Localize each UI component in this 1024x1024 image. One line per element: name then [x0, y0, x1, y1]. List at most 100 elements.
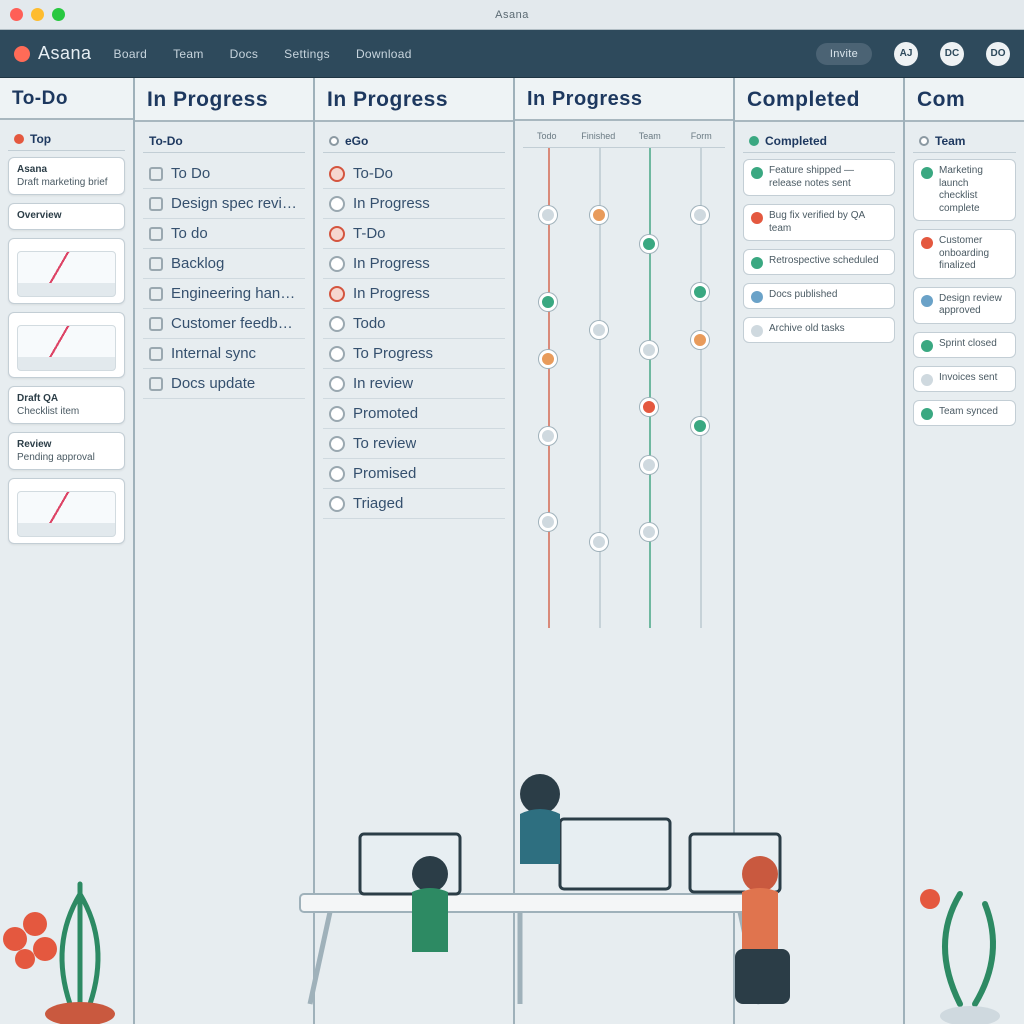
task-row[interactable]: Promised — [323, 459, 505, 489]
timeline-node[interactable] — [539, 513, 557, 531]
timeline-node[interactable] — [640, 398, 658, 416]
section-label[interactable]: Top — [8, 128, 125, 151]
task-row[interactable]: Design spec review — [143, 189, 305, 219]
timeline-node[interactable] — [640, 456, 658, 474]
task-card[interactable]: Team synced — [913, 400, 1016, 426]
task-card[interactable]: Bug fix verified by QA team — [743, 204, 895, 241]
task-row[interactable]: Todo — [323, 309, 505, 339]
avatar[interactable]: AJ — [894, 42, 918, 66]
status-chip-icon[interactable] — [329, 256, 345, 272]
task-row[interactable]: In Progress — [323, 249, 505, 279]
checkbox-icon[interactable] — [149, 227, 163, 241]
checkbox-icon[interactable] — [149, 317, 163, 331]
task-row[interactable]: To Do — [143, 159, 305, 189]
task-row[interactable]: Docs update — [143, 369, 305, 399]
task-card[interactable]: Retrospective scheduled — [743, 249, 895, 275]
status-chip-icon[interactable] — [329, 496, 345, 512]
column-header[interactable]: To-Do — [0, 78, 133, 120]
nav-item-settings[interactable]: Settings — [284, 47, 330, 61]
task-row[interactable]: In Progress — [323, 279, 505, 309]
column-header[interactable]: Com — [905, 78, 1024, 122]
status-chip-icon[interactable] — [329, 346, 345, 362]
timeline-node[interactable] — [539, 427, 557, 445]
task-row[interactable]: In review — [323, 369, 505, 399]
task-card[interactable]: Customer onboarding finalized — [913, 229, 1016, 279]
status-chip-icon[interactable] — [329, 286, 345, 302]
status-chip-icon[interactable] — [329, 166, 345, 182]
task-row[interactable]: To Progress — [323, 339, 505, 369]
section-label[interactable]: Completed — [743, 130, 895, 153]
task-card[interactable]: Feature shipped — release notes sent — [743, 159, 895, 196]
nav-item-docs[interactable]: Docs — [230, 47, 259, 61]
brand[interactable]: Asana — [14, 43, 92, 64]
timeline-node[interactable] — [539, 206, 557, 224]
task-card[interactable]: Marketing launch checklist complete — [913, 159, 1016, 221]
task-card[interactable]: Review Pending approval — [8, 432, 125, 470]
task-card[interactable]: Design review approved — [913, 287, 1016, 324]
timeline-node[interactable] — [590, 321, 608, 339]
task-card[interactable]: Docs published — [743, 283, 895, 309]
nav-item-team[interactable]: Team — [173, 47, 204, 61]
task-row[interactable]: T-Do — [323, 219, 505, 249]
section-label[interactable]: eGo — [323, 130, 505, 153]
timeline-node[interactable] — [640, 235, 658, 253]
timeline-node[interactable] — [539, 293, 557, 311]
task-card[interactable] — [8, 312, 125, 378]
column-header[interactable]: In Progress — [135, 78, 313, 122]
task-row[interactable]: To review — [323, 429, 505, 459]
timeline-node[interactable] — [590, 206, 608, 224]
checkbox-icon[interactable] — [149, 377, 163, 391]
timeline-node[interactable] — [640, 341, 658, 359]
column-header[interactable]: Completed — [735, 78, 903, 122]
checkbox-icon[interactable] — [149, 287, 163, 301]
task-row[interactable]: Backlog — [143, 249, 305, 279]
task-title: Customer onboarding finalized — [939, 235, 1008, 273]
status-chip-icon[interactable] — [329, 436, 345, 452]
checkbox-icon[interactable] — [149, 257, 163, 271]
avatar[interactable]: DC — [940, 42, 964, 66]
task-card[interactable]: Sprint closed — [913, 332, 1016, 358]
nav-item-download[interactable]: Download — [356, 47, 412, 61]
status-chip-icon[interactable] — [329, 196, 345, 212]
checkbox-icon[interactable] — [149, 347, 163, 361]
traffic-light-zoom[interactable] — [52, 8, 65, 21]
section-label[interactable]: Team — [913, 130, 1016, 153]
status-chip-icon[interactable] — [329, 226, 345, 242]
task-card[interactable]: Invoices sent — [913, 366, 1016, 392]
status-chip-icon[interactable] — [329, 406, 345, 422]
task-row[interactable]: Internal sync — [143, 339, 305, 369]
timeline-node[interactable] — [691, 417, 709, 435]
task-row[interactable]: To do — [143, 219, 305, 249]
task-card[interactable] — [8, 478, 125, 544]
timeline-node[interactable] — [590, 533, 608, 551]
avatar[interactable]: DO — [986, 42, 1010, 66]
status-chip-icon[interactable] — [329, 376, 345, 392]
timeline-node[interactable] — [539, 350, 557, 368]
task-row[interactable]: To-Do — [323, 159, 505, 189]
timeline-node[interactable] — [691, 283, 709, 301]
traffic-light-minimize[interactable] — [31, 8, 44, 21]
nav-item-board[interactable]: Board — [114, 47, 148, 61]
task-card[interactable]: Asana Draft marketing brief — [8, 157, 125, 195]
traffic-light-close[interactable] — [10, 8, 23, 21]
task-card[interactable] — [8, 238, 125, 304]
timeline-node[interactable] — [691, 331, 709, 349]
column-header[interactable]: In Progress — [515, 78, 733, 121]
checkbox-icon[interactable] — [149, 197, 163, 211]
task-card[interactable]: Draft QA Checklist item — [8, 386, 125, 424]
section-label[interactable]: To-Do — [143, 130, 305, 153]
invite-button[interactable]: Invite — [816, 43, 872, 65]
task-row[interactable]: Promoted — [323, 399, 505, 429]
timeline-node[interactable] — [691, 206, 709, 224]
column-header[interactable]: In Progress — [315, 78, 513, 122]
task-row[interactable]: In Progress — [323, 189, 505, 219]
task-card[interactable]: Archive old tasks — [743, 317, 895, 343]
task-card[interactable]: Overview — [8, 203, 125, 230]
status-chip-icon[interactable] — [329, 316, 345, 332]
timeline-node[interactable] — [640, 523, 658, 541]
task-row[interactable]: Customer feedback — [143, 309, 305, 339]
checkbox-icon[interactable] — [149, 167, 163, 181]
task-row[interactable]: Triaged — [323, 489, 505, 519]
task-row[interactable]: Engineering handoff — [143, 279, 305, 309]
status-chip-icon[interactable] — [329, 466, 345, 482]
